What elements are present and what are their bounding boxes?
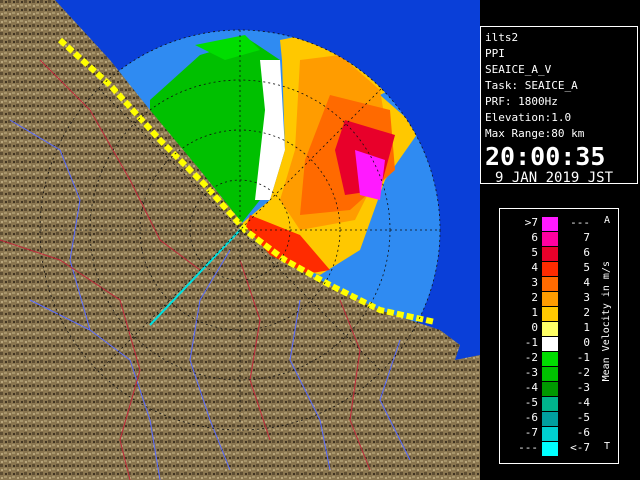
info-panel: ilts2 PPI SEAICE_A_V Task: SEAICE_A PRF:… — [480, 26, 638, 186]
max-range-value: Max Range:80 km — [485, 127, 585, 140]
legend-left-label: -5 — [524, 396, 538, 409]
legend-right-label: 0 — [583, 336, 590, 349]
legend-left-label: 5 — [531, 246, 538, 259]
legend-left-label: -3 — [524, 366, 538, 379]
legend-color-swatch — [542, 262, 558, 276]
legend-right-label: -5 — [576, 411, 590, 424]
legend-color-swatch — [542, 247, 558, 261]
task-name: Task: SEAICE_A — [485, 79, 578, 92]
legend-left-label: -4 — [524, 381, 538, 394]
legend-color-swatch — [542, 337, 558, 351]
legend-color-swatch — [542, 412, 558, 426]
legend-color-swatch — [542, 427, 558, 441]
legend-left-label: 4 — [531, 261, 538, 274]
legend-color-swatch — [542, 232, 558, 246]
legend-left-label: -6 — [524, 411, 538, 424]
legend-right-label: 3 — [583, 291, 590, 304]
prf-value: PRF: 1800Hz — [485, 95, 558, 108]
legend-left-label: -1 — [524, 336, 538, 349]
legend-right-label: 6 — [583, 246, 590, 259]
legend-color-swatch — [542, 352, 558, 366]
scan-time: 20:00:35 — [485, 142, 606, 171]
elevation-value: Elevation:1.0 — [485, 111, 572, 124]
legend-left-label: 3 — [531, 276, 538, 289]
legend-right-label: 2 — [583, 306, 590, 319]
legend-right-label: -2 — [576, 366, 590, 379]
volume-name: SEAICE_A_V — [485, 63, 552, 76]
legend-right-label: --- — [570, 216, 590, 229]
legend-right-label: 4 — [583, 276, 590, 289]
legend-color-swatch — [542, 277, 558, 291]
legend-right-label: <-7 — [570, 441, 590, 454]
scan-date: 9 JAN 2019 JST — [495, 170, 614, 186]
legend-title: Mean Velocity in m/s — [601, 261, 612, 382]
legend-color-swatch — [542, 217, 558, 231]
legend-right-label: 7 — [583, 231, 590, 244]
legend-color-swatch — [542, 292, 558, 306]
legend-color-swatch — [542, 382, 558, 396]
site-name: ilts2 — [485, 31, 519, 44]
legend-left-label: 1 — [531, 306, 538, 319]
radar-ppi-map — [0, 0, 480, 480]
legend-right-label: -4 — [576, 396, 590, 409]
legend-color-swatch — [542, 322, 558, 336]
legend-left-label: 2 — [531, 291, 538, 304]
legend-axis-top-label: A — [604, 215, 611, 226]
legend-right-label: 1 — [583, 321, 590, 334]
legend-left-label: -2 — [524, 351, 538, 364]
legend-color-swatch — [542, 397, 558, 411]
legend-color-swatch — [542, 307, 558, 321]
legend-right-label: 5 — [583, 261, 590, 274]
legend-left-label: --- — [518, 441, 538, 454]
legend-left-label: >7 — [524, 216, 538, 229]
legend-left-label: -7 — [524, 426, 538, 439]
product-type: PPI — [485, 47, 505, 60]
legend-left-label: 6 — [531, 231, 538, 244]
velocity-legend: >7 --- 6 7 5 6 4 5 3 4 2 3 1 2 0 1 -1 0 -2 -1 -3 -2 -4 -3 -5 -4 -6… — [499, 208, 619, 464]
legend-right-label: -1 — [576, 351, 590, 364]
legend-right-label: -3 — [576, 381, 590, 394]
legend-color-swatch — [542, 442, 558, 456]
legend-color-swatch — [542, 367, 558, 381]
legend-left-label: 0 — [531, 321, 538, 334]
legend-axis-bottom-label: T — [604, 441, 611, 452]
legend-right-label: -6 — [576, 426, 590, 439]
legend-axis: A Mean Velocity in m/s T — [600, 215, 618, 457]
